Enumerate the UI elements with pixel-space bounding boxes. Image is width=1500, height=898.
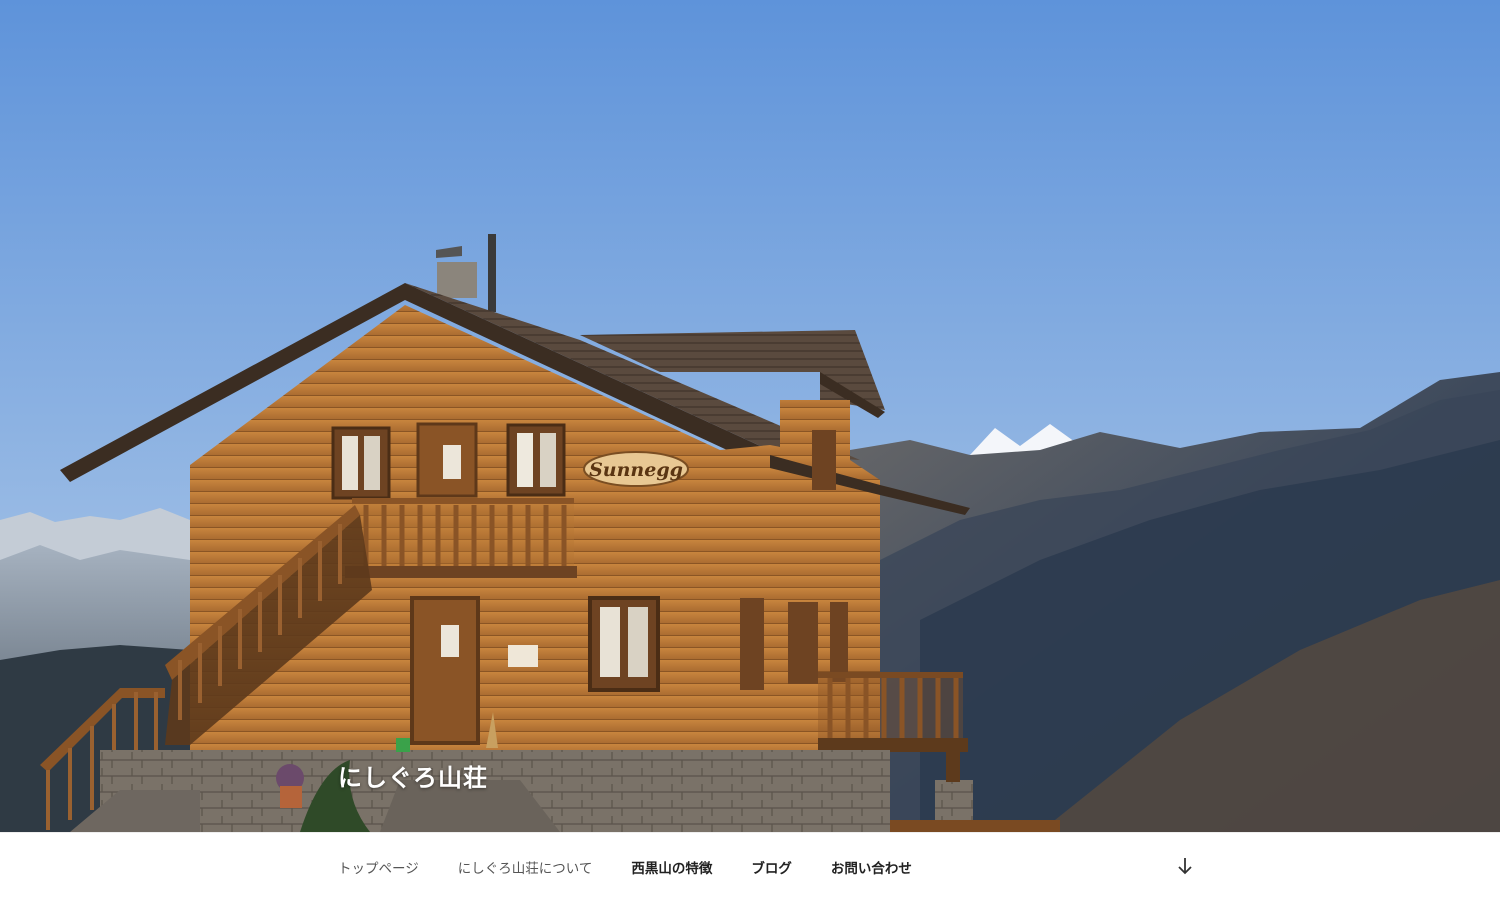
nav-item-contact[interactable]: お問い合わせ	[831, 857, 912, 877]
hero-photo: Sunnegg	[0, 0, 1500, 832]
nav-item-blog[interactable]: ブログ	[751, 857, 792, 877]
nav-item-about[interactable]: にしぐろ山荘について	[458, 857, 593, 877]
hero-header-image: Sunnegg にしぐろ山荘	[0, 0, 1500, 832]
nav-item-features[interactable]: 西黒山の特徴	[631, 857, 712, 877]
arrow-down-icon[interactable]	[1175, 855, 1195, 877]
main-navigation: トップページ にしぐろ山荘について 西黒山の特徴 ブログ お問い合わせ	[0, 832, 1500, 898]
site-title[interactable]: にしぐろ山荘	[338, 758, 488, 793]
svg-text:Sunnegg: Sunnegg	[589, 459, 683, 481]
sunnegg-sign: Sunnegg	[583, 451, 689, 487]
nav-menu: トップページ にしぐろ山荘について 西黒山の特徴 ブログ お問い合わせ	[338, 857, 951, 877]
nav-item-top-page[interactable]: トップページ	[338, 857, 419, 877]
